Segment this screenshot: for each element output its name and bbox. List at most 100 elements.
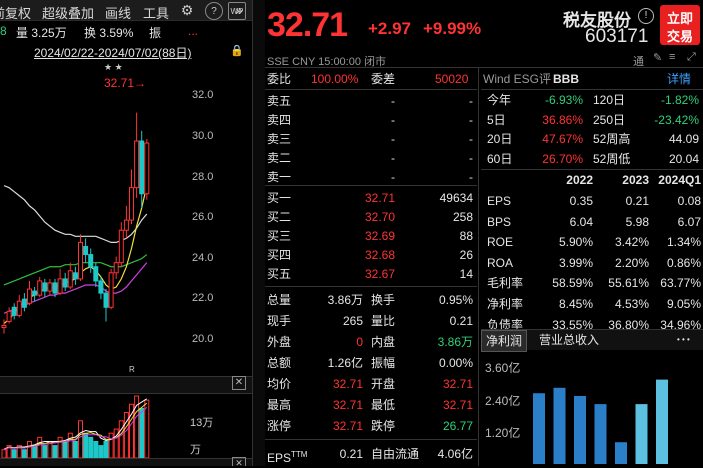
eps-label: EPSTTM	[267, 445, 307, 468]
lock-icon[interactable]: 🔒	[230, 44, 244, 57]
eps-sup: TTM	[291, 450, 308, 459]
bid-row[interactable]: 买二 32.70 258	[265, 208, 477, 227]
last-price: 32.71	[267, 6, 348, 44]
tab-net-profit[interactable]: 净利润	[481, 330, 528, 352]
ask-row[interactable]: 卖四 - -	[265, 111, 477, 130]
order-ratio-row: 委比 100.00% 委差 50020	[265, 70, 477, 89]
ask-volume: -	[469, 132, 473, 146]
bid-row[interactable]: 买三 32.69 88	[265, 227, 477, 246]
y-tick-label: 32.0	[192, 89, 214, 102]
ask-price: -	[391, 132, 395, 146]
tab-revenue[interactable]: 营业总收入	[539, 330, 599, 350]
volume-bar	[27, 440, 32, 459]
stat-label: 现手	[267, 314, 292, 328]
bid-volume: 14	[459, 267, 473, 281]
help-icon[interactable]: ?	[205, 2, 223, 20]
more-dots-icon[interactable]: • • •	[677, 330, 690, 350]
super-overlay-button[interactable]: 超级叠加	[42, 3, 94, 22]
trade-button[interactable]: 立即 交易	[660, 5, 700, 45]
volume-bar	[93, 440, 99, 459]
volume-header: ✕	[0, 376, 252, 394]
candle-body	[57, 278, 63, 294]
candle-body	[83, 245, 89, 256]
candle-body	[98, 280, 104, 294]
fin-value: 8.45%	[558, 297, 593, 311]
candle-body	[52, 282, 58, 294]
candle-body	[123, 219, 129, 231]
bid-row[interactable]: 买四 32.68 26	[265, 246, 477, 265]
candle	[62, 272, 68, 292]
y-tick-label: 20.0	[192, 332, 214, 345]
info-icon[interactable]: !	[638, 8, 654, 24]
stat-row: 均价 32.71 开盘 32.71	[265, 375, 477, 394]
ask-row[interactable]: 卖三 - -	[265, 130, 477, 149]
price-change: +2.97	[368, 19, 412, 38]
tools-button[interactable]: 工具	[143, 3, 169, 22]
bid-row[interactable]: 买五 32.67 14	[265, 265, 477, 284]
perf-row: 5日 36.86% 250日 -23.42%	[481, 111, 703, 130]
stat-label: 涨停	[267, 419, 292, 433]
ask-price: -	[391, 151, 395, 165]
fin-value: 0.86%	[666, 255, 701, 270]
stat-value: 0	[356, 335, 363, 349]
more-icon[interactable]: »	[235, 2, 243, 18]
perf-label: 120日	[593, 93, 626, 107]
fin-value: 6.04	[569, 214, 593, 229]
trade-button-line1: 立即	[666, 11, 693, 26]
bid-label: 买一	[267, 191, 292, 205]
candle	[113, 256, 119, 279]
stat-row: 总额 1.26亿 振幅 0.00%	[265, 354, 477, 373]
candle-body	[21, 298, 27, 308]
fin-header-row: 2022 2023 2024Q1	[481, 171, 703, 190]
stat-label: 最高	[267, 398, 292, 412]
perf-value: 26.70%	[542, 151, 583, 166]
stat-label: 总量	[267, 293, 292, 307]
panel-splitter[interactable]	[252, 0, 266, 466]
bid-row[interactable]: 买一 32.71 49634	[265, 189, 477, 208]
fin-label: 净利率	[487, 297, 524, 311]
ask-row[interactable]: 卖二 - -	[265, 149, 477, 168]
profit-bar	[574, 395, 586, 464]
stat-label: 跌停	[371, 419, 396, 433]
detail-link[interactable]: 详情	[667, 70, 691, 89]
draw-line-button[interactable]: 画线	[105, 3, 131, 22]
kline-chart[interactable]	[0, 60, 252, 466]
profit-bar	[615, 442, 627, 464]
fuquan-button[interactable]: 前复权	[0, 3, 31, 22]
fin-value: 58.59%	[552, 276, 593, 291]
perf-label: 250日	[593, 112, 626, 127]
stat-value: 32.71	[332, 377, 363, 391]
ask-row[interactable]: 卖五 - -	[265, 92, 477, 111]
bid-price: 32.67	[364, 267, 395, 281]
volume-bar	[78, 420, 83, 459]
order-book: 委比 100.00% 委差 50020 卖五 - - 卖四 - - 卖三 - - 卖二 - - 卖一 - -…	[265, 68, 477, 466]
stat-value: 3.86万	[437, 335, 473, 349]
gear-icon[interactable]: ⚙	[179, 2, 195, 18]
candle-body	[47, 282, 53, 292]
candle-body	[6, 310, 12, 322]
stat-label: 振幅	[371, 356, 396, 370]
wei-bi-value: 100.00%	[311, 72, 359, 86]
edit-icon[interactable]: ✎	[653, 51, 662, 64]
volume-bar	[11, 449, 17, 459]
free-float-label: 自由流通	[371, 447, 420, 461]
menu-icon[interactable]: ≡	[669, 51, 675, 63]
divider	[265, 439, 477, 440]
expand-icon[interactable]: ⤢	[687, 51, 696, 64]
candle	[108, 268, 114, 310]
perf-row: 20日 47.67% 52周高 44.09	[481, 130, 703, 149]
volume-bar	[118, 420, 124, 459]
y-tick-label: 28.0	[192, 170, 214, 183]
candle-body	[72, 272, 78, 280]
date-range[interactable]: 2024/02/22-2024/07/02(88日)	[34, 44, 191, 61]
fin-row: BPS 6.04 5.98 6.07	[481, 213, 703, 232]
candle	[129, 169, 134, 225]
star-marks: ★ ★	[104, 62, 123, 72]
candle	[134, 112, 140, 198]
close-icon[interactable]: ✕	[232, 376, 246, 390]
wei-cha-label: 委差	[371, 72, 396, 86]
close-icon-2[interactable]: ✕	[232, 457, 246, 466]
stat-label: 开盘	[371, 377, 396, 391]
fin-value: 0.35	[569, 194, 593, 208]
stat-prefix: 8	[0, 24, 7, 38]
